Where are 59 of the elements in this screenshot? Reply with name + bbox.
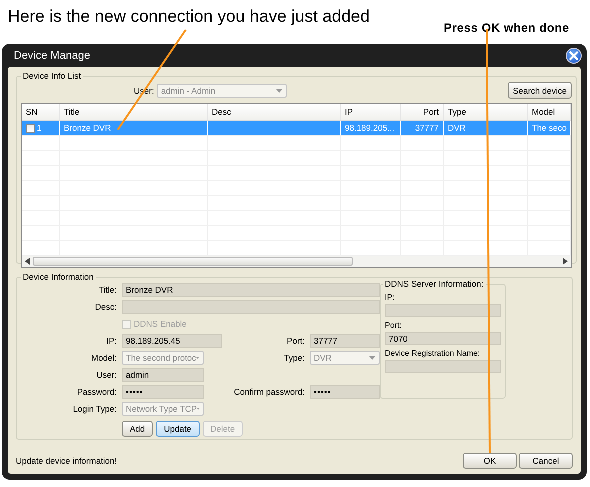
field-label: Device Registration Name:: [385, 349, 482, 358]
callout-text: Here is the new connection you have just added: [8, 7, 370, 27]
scrollbar-thumb[interactable]: [33, 257, 353, 266]
field-label: Password:: [76, 387, 117, 397]
dropdown-arrow-icon: [196, 356, 200, 360]
column-header[interactable]: Port: [401, 104, 444, 120]
form-button[interactable]: Update: [156, 421, 200, 437]
dialog-button[interactable]: Cancel: [519, 453, 573, 469]
ddns-port-field[interactable]: 7070: [385, 332, 501, 345]
column-header[interactable]: Type: [444, 104, 528, 120]
column-header[interactable]: Model: [528, 104, 571, 120]
field-label: Type:: [283, 353, 305, 363]
search-device-button[interactable]: Search device: [508, 82, 572, 99]
field-label: IP:: [385, 293, 396, 302]
scroll-left-icon[interactable]: [25, 258, 30, 265]
dropdown-arrow-icon: [369, 356, 376, 360]
callout-text: Press OK when done: [444, 21, 570, 35]
dialog-button[interactable]: OK: [463, 453, 517, 469]
field-label: Desc:: [94, 302, 117, 312]
table-cell: Bronze DVR: [64, 123, 112, 133]
group-title: Device Information: [22, 272, 95, 282]
scroll-right-icon[interactable]: [563, 258, 568, 265]
window-title: Device Manage: [14, 50, 90, 62]
horizontal-scrollbar[interactable]: [22, 256, 571, 267]
close-button[interactable]: [566, 48, 582, 64]
field-label: Port:: [385, 321, 403, 330]
ddns-ip-field[interactable]: [385, 304, 501, 317]
field-label: Model:: [90, 353, 117, 363]
dropdown-arrow-icon: [276, 88, 284, 92]
field-label: Port:: [286, 336, 305, 346]
desc-field[interactable]: [122, 300, 380, 314]
table-cell: 1: [37, 123, 42, 133]
field-label: User:: [96, 370, 117, 380]
field-label: Title:: [98, 285, 117, 295]
checkbox-label: DDNS Enable: [134, 319, 187, 329]
column-header[interactable]: IP: [341, 104, 401, 120]
group-title: DDNS Server Information:: [384, 279, 485, 289]
form-button[interactable]: Add: [122, 421, 154, 437]
table-cell: 37777: [415, 123, 439, 133]
registration-name-field[interactable]: [385, 360, 501, 373]
row-checkbox[interactable]: [26, 124, 35, 132]
port-field[interactable]: 37777: [310, 334, 380, 348]
table-cell: 98.189.205...: [345, 123, 395, 133]
status-text: Update device information!: [16, 456, 118, 466]
column-header[interactable]: Desc: [208, 104, 341, 120]
field-label: Login Type:: [72, 404, 117, 414]
ip-field[interactable]: 98.189.205.45: [122, 334, 222, 348]
confirm-password-field[interactable]: •••••: [310, 385, 380, 399]
title-field[interactable]: Bronze DVR: [122, 283, 380, 297]
column-header[interactable]: Title: [60, 104, 208, 120]
field-label: Confirm password:: [233, 387, 305, 397]
column-header[interactable]: SN: [22, 104, 60, 120]
table-cell: DVR: [448, 123, 466, 133]
group-title: Device Info List: [22, 71, 82, 81]
close-icon: [569, 50, 579, 60]
field-label: IP:: [106, 336, 117, 346]
table-cell: The seco: [532, 123, 567, 133]
password-field[interactable]: •••••: [122, 385, 204, 399]
user-field[interactable]: admin: [122, 368, 204, 382]
